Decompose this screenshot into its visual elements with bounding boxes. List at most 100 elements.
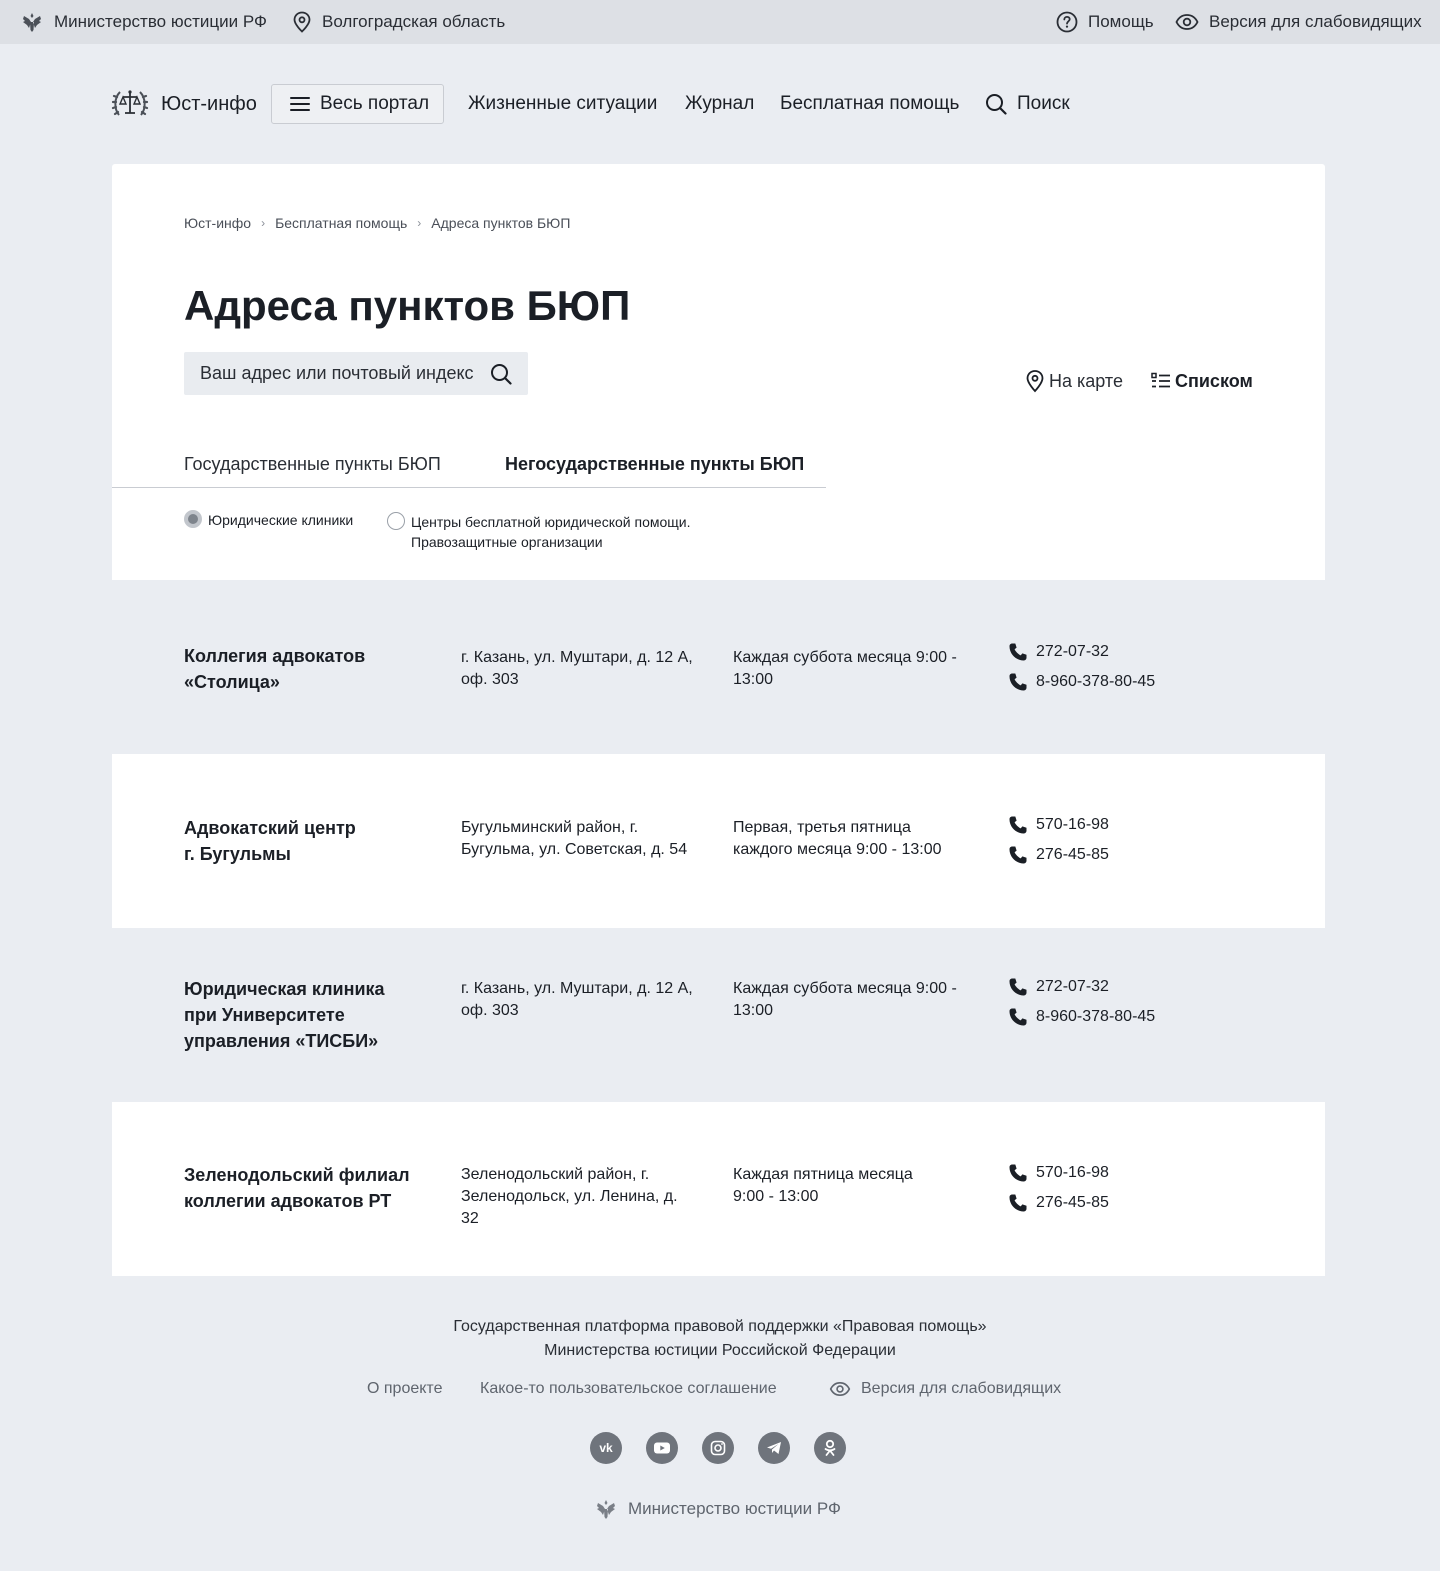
org-name-line: г. Бугульмы: [184, 844, 291, 864]
phone-icon: [1009, 816, 1027, 834]
address-line: Зеленодольский район, г.: [461, 1166, 650, 1183]
org-name-line: Коллегия адвокатов: [184, 646, 366, 666]
telegram-icon[interactable]: [758, 1432, 790, 1464]
nav-search-label: Поиск: [1017, 93, 1070, 114]
radio-legal-clinics-label: Юридические клиники: [208, 512, 354, 528]
all-portal-label: Весь портал: [320, 93, 430, 114]
breadcrumb-item-home[interactable]: Юст-инфо: [184, 215, 251, 231]
org-schedule: Каждая пятница месяца 9:00 - 13:00: [733, 1164, 983, 1208]
nav-link-life-situations[interactable]: Жизненные ситуации: [468, 84, 657, 124]
page-title: Адреса пунктов БЮП: [184, 282, 631, 329]
phone-link[interactable]: 272-07-32: [1008, 972, 1155, 1002]
help-link[interactable]: Помощь: [1056, 0, 1154, 44]
list-view-icon: [1151, 372, 1170, 388]
org-name-line: Юридическая клиника: [184, 979, 385, 999]
footer-accessibility-label: Версия для слабовидящих: [861, 1380, 1062, 1397]
org-name-line: «Столица»: [184, 672, 280, 692]
footer-ministry-label: Министерство юстиции РФ: [628, 1499, 841, 1518]
tab-non-state-points[interactable]: Негосударственные пункты БЮП: [505, 454, 804, 475]
result-row: Адвокатский центр г. Бугульмы Бугульминс…: [112, 754, 1325, 928]
search-icon[interactable]: [490, 363, 512, 385]
nav-link-journal[interactable]: Журнал: [685, 84, 754, 124]
radio-free-legal-aid-centers[interactable]: Центры бесплатной юридической помощи. Пр…: [387, 510, 691, 552]
region-label: Волгоградская область: [322, 12, 506, 31]
chevron-right-icon: ›: [417, 216, 422, 230]
schedule-line: 13:00: [733, 1002, 774, 1019]
schedule-line: 13:00: [733, 671, 774, 688]
phone-icon: [1009, 1194, 1027, 1212]
org-phones: 570-16-98 276-45-85: [1008, 1158, 1109, 1218]
view-as-list-label: Списком: [1175, 370, 1253, 391]
footer-link-about[interactable]: О проекте: [367, 1378, 442, 1400]
view-as-list-button[interactable]: Списком: [1151, 368, 1253, 394]
youtube-icon[interactable]: [646, 1432, 678, 1464]
accessibility-link[interactable]: Версия для слабовидящих: [1175, 0, 1422, 44]
view-on-map-button[interactable]: На карте: [1025, 368, 1123, 394]
breadcrumb: Юст-инфо › Бесплатная помощь › Адреса пу…: [184, 215, 570, 231]
phone-link[interactable]: 272-07-32: [1008, 637, 1155, 667]
phone-number: 276-45-85: [1036, 846, 1109, 863]
phone-link[interactable]: 8-960-378-80-45: [1008, 667, 1155, 697]
schedule-line: Каждая пятница месяца: [733, 1166, 913, 1183]
view-on-map-label: На карте: [1049, 370, 1123, 391]
radio-free-legal-aid-centers-label: Центры бесплатной юридической помощи. Пр…: [411, 510, 691, 552]
org-schedule: Каждая суббота месяца 9:00 - 13:00: [733, 647, 983, 691]
org-name-line: управления «ТИСБИ»: [184, 1031, 379, 1051]
top-bar: Министерство юстиции РФ Волгоградская об…: [0, 0, 1440, 44]
phone-link[interactable]: 8-960-378-80-45: [1008, 1002, 1155, 1032]
phone-link[interactable]: 276-45-85: [1008, 1188, 1109, 1218]
footer-platform-line: Государственная платформа правовой подде…: [453, 1318, 987, 1335]
phone-number: 272-07-32: [1036, 643, 1109, 660]
nav-link-free-help[interactable]: Бесплатная помощь: [780, 84, 959, 124]
footer-link-accessibility[interactable]: Версия для слабовидящих: [829, 1378, 1061, 1400]
phone-icon: [1009, 1164, 1027, 1182]
address-line: Бугульма, ул. Советская, д. 54: [461, 841, 688, 858]
eye-icon: [829, 1381, 851, 1397]
ministry-label: Министерство юстиции РФ: [54, 12, 267, 31]
schedule-line: Каждая суббота месяца 9:00 -: [733, 980, 957, 997]
radio-label-line-2: Правозащитные организации: [411, 534, 603, 550]
region-selector[interactable]: Волгоградская область: [292, 0, 505, 44]
radio-legal-clinics[interactable]: Юридические клиники: [184, 510, 353, 530]
footer-link-user-agreement[interactable]: Какое-то пользовательское соглашение: [480, 1378, 777, 1400]
phone-number: 8-960-378-80-45: [1036, 673, 1156, 690]
address-search-input[interactable]: [200, 363, 490, 384]
radio-label-line-1: Центры бесплатной юридической помощи.: [411, 514, 691, 530]
radio-checked-indicator: [184, 510, 202, 528]
location-pin-icon: [1026, 370, 1044, 393]
address-line: г. Казань, ул. Муштари, д. 12 А,: [461, 980, 693, 997]
org-name[interactable]: Юридическая клиника при Университете упр…: [184, 976, 434, 1054]
odnoklassniki-icon[interactable]: [814, 1432, 846, 1464]
org-address: Зеленодольский район, г. Зеленодольск, у…: [461, 1164, 711, 1230]
phone-link[interactable]: 276-45-85: [1008, 840, 1109, 870]
tab-state-points[interactable]: Государственные пункты БЮП: [184, 454, 441, 475]
org-name[interactable]: Адвокатский центр г. Бугульмы: [184, 815, 434, 867]
instagram-icon[interactable]: [702, 1432, 734, 1464]
radio-unchecked-indicator: [387, 512, 405, 530]
vk-icon[interactable]: vk: [590, 1432, 622, 1464]
phone-link[interactable]: 570-16-98: [1008, 1158, 1109, 1188]
eagle-emblem-icon: [597, 1500, 615, 1519]
all-portal-button[interactable]: Весь портал: [271, 84, 444, 124]
org-name[interactable]: Коллегия адвокатов «Столица»: [184, 643, 434, 695]
footer-ministry-logo[interactable]: Министерство юстиции РФ: [594, 1496, 841, 1522]
phone-number: 276-45-85: [1036, 1194, 1109, 1211]
result-row: Юридическая клиника при Университете упр…: [112, 928, 1325, 1102]
schedule-line: Каждая суббота месяца 9:00 -: [733, 649, 957, 666]
phone-number: 272-07-32: [1036, 978, 1109, 995]
org-address: Бугульминский район, г. Бугульма, ул. Со…: [461, 817, 711, 861]
breadcrumb-item-current: Адреса пунктов БЮП: [431, 215, 571, 231]
site-logo[interactable]: Юст-инфо: [111, 84, 257, 124]
address-line: Зеленодольск, ул. Ленина, д.: [461, 1188, 678, 1205]
org-name[interactable]: Зеленодольский филиал коллегии адвокатов…: [184, 1162, 434, 1214]
org-name-line: Зеленодольский филиал: [184, 1165, 410, 1185]
address-line: Бугульминский район, г.: [461, 819, 639, 836]
accessibility-label: Версия для слабовидящих: [1209, 12, 1422, 31]
nav-search-button[interactable]: Поиск: [985, 84, 1070, 124]
footer-ministry-line: Министерства юстиции Российской Федераци…: [544, 1342, 896, 1359]
ministry-link[interactable]: Министерство юстиции РФ: [20, 0, 267, 44]
eagle-emblem-icon: [23, 13, 41, 32]
address-line: оф. 303: [461, 671, 519, 688]
breadcrumb-item-free-help[interactable]: Бесплатная помощь: [275, 215, 407, 231]
phone-link[interactable]: 570-16-98: [1008, 810, 1109, 840]
